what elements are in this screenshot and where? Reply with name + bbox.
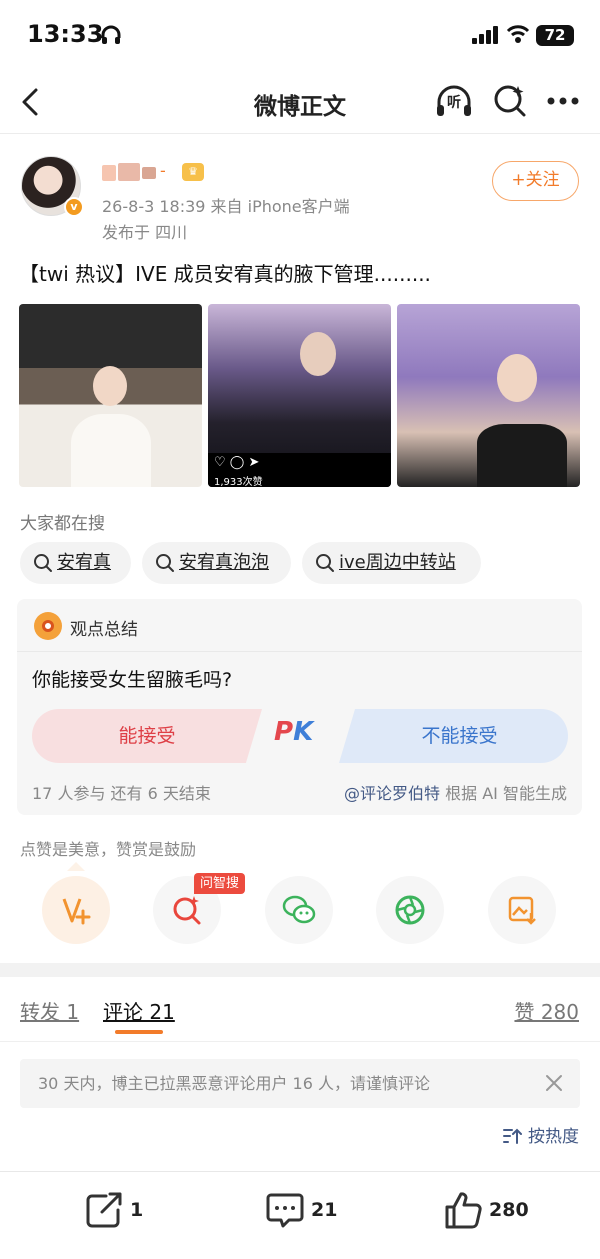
crown-badge-icon: ♛ [182,163,204,181]
photo-subject [497,354,537,402]
section-separator [0,963,600,977]
notice-text: 30 天内，博主已拉黑恶意评论用户 16 人，请谨慎评论 [38,1074,430,1093]
moments-share-button[interactable] [376,876,444,944]
search-chip-label: 安宥真泡泡 [179,552,269,573]
blur-block [102,165,116,181]
battery-indicator: 72 [536,25,574,46]
username-blurred[interactable]: - [102,161,170,183]
verified-badge-icon: v [64,197,84,217]
robot-mascot-icon [34,612,62,640]
search-icon [316,554,334,572]
status-bar: 13:33 72 [0,0,600,70]
cellular-signal-icon [472,26,498,44]
follow-button[interactable]: +关注 [492,161,579,201]
thumbs-up-icon [445,1192,482,1229]
headphone-icon [101,25,121,44]
source-link[interactable]: @评论罗伯特 [344,784,440,803]
poll-source: @评论罗伯特 根据 AI 智能生成 [344,780,567,804]
save-image-button[interactable] [488,876,556,944]
tab-comment[interactable]: 评论 21 [103,996,175,1025]
reward-button[interactable] [42,876,110,944]
blur-block [142,167,156,179]
trending-search-label: 大家都在搜 [20,514,105,534]
post-headline: 【twi 热议】IVE 成员安宥真的腋下管理......... [19,262,431,286]
more-icon[interactable] [546,86,580,116]
search-chip[interactable]: 安宥真 [20,542,131,584]
robot-eye [42,620,54,632]
repost-icon [86,1192,122,1228]
pk-label: PK [274,717,313,747]
search-chip-label: 安宥真 [57,552,111,573]
comment-icon [266,1193,304,1228]
photo-instagram-bar: ♡ ◯ ➤ 1,933次赞 [208,453,391,487]
nav-bar: 微博正文 听 [0,70,600,134]
listen-button[interactable]: 听 [434,82,474,122]
sort-icon [503,1128,522,1144]
reward-label: 点赞是美意，赞赏是鼓励 [20,840,197,859]
post-meta: 26-8-3 18:39 来自 iPhone客户端 [102,197,350,216]
search-chip-label: ive周边中转站 [339,552,456,573]
tab-active-indicator [115,1030,163,1034]
wechat-icon [282,895,316,924]
pk-k: K [293,717,314,747]
wechat-share-button[interactable] [265,876,333,944]
name-dash: - [160,161,166,180]
photo-subject [477,424,567,487]
tab-like[interactable]: 赞 280 [514,996,579,1025]
image-download-icon [508,896,536,925]
wifi-icon [506,25,530,43]
repost-count: 1 [130,1199,144,1221]
reward-v-icon [62,898,91,925]
status-time: 13:33 [27,20,104,48]
poll-question: 你能接受女生留腋毛吗? [32,669,233,691]
search-icon [156,554,174,572]
photo-subject [71,414,151,487]
post-photo-2[interactable]: ♡ ◯ ➤ 1,933次赞 [208,304,391,487]
search-icon [34,554,52,572]
viewpoint-label: 观点总结 [70,620,138,640]
sort-by-heat-button[interactable]: 按热度 [502,1122,579,1147]
post-photo-3[interactable] [397,304,580,487]
divider [17,651,582,652]
comment-count: 21 [311,1199,338,1221]
close-icon[interactable] [545,1074,563,1092]
source-suffix: 根据 AI 智能生成 [440,784,567,803]
blur-block [118,163,140,181]
comment-notice: 30 天内，博主已拉黑恶意评论用户 16 人，请谨慎评论 [20,1059,580,1108]
vote-accept-button[interactable]: 能接受 [32,709,262,763]
poll-stats: 17 人参与 还有 6 天结束 [32,784,211,803]
post-photo-1[interactable] [19,304,202,487]
moments-aperture-icon [395,895,425,925]
pk-p: P [274,717,294,747]
like-count: 280 [489,1199,529,1221]
ai-search-badge: 问智搜 [194,873,246,894]
photo-subject [93,366,127,406]
listen-label: 听 [447,95,461,111]
search-chip[interactable]: 安宥真泡泡 [142,542,291,584]
bottom-action-bar: 1 21 280 [0,1171,600,1259]
photo-subject [300,332,336,376]
pointer-arrow [67,862,85,871]
photo-likes-text: 1,933次赞 [214,477,263,487]
ai-search-icon [173,896,201,925]
viewpoint-card: 观点总结 你能接受女生留腋毛吗? 能接受 PK 不能接受 17 人参与 还有 6… [17,599,582,815]
tab-repost[interactable]: 转发 1 [20,996,79,1025]
divider [0,1041,600,1042]
sort-label: 按热度 [528,1127,579,1147]
post-location: 发布于 四川 [102,223,188,242]
ai-search-icon[interactable] [492,82,528,118]
vote-reject-button[interactable]: 不能接受 [339,709,568,763]
search-chip[interactable]: ive周边中转站 [302,542,481,584]
